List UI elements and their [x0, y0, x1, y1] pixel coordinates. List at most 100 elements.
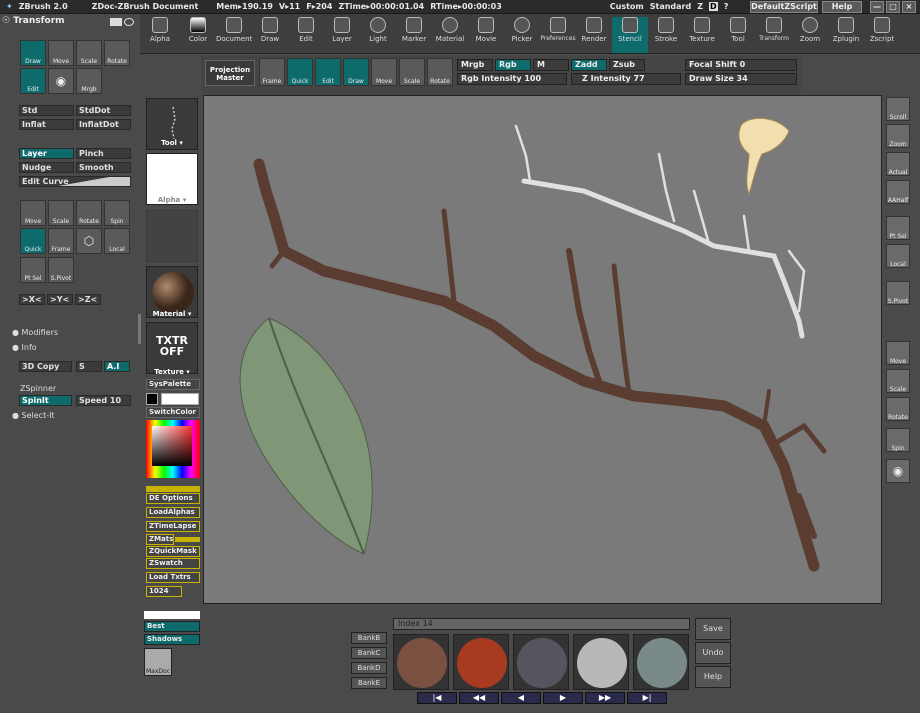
- material-slot-3[interactable]: [513, 634, 569, 690]
- spivot-button[interactable]: S.Pivot: [886, 281, 910, 305]
- rotate-button[interactable]: Rotate: [886, 397, 910, 421]
- panel-resize-handle[interactable]: [138, 314, 141, 344]
- palette-menu-icon[interactable]: [110, 18, 122, 26]
- move-button[interactable]: Move: [886, 341, 910, 365]
- texture-thumbnail[interactable]: TXTR OFF: [146, 322, 198, 374]
- menu-render[interactable]: Render: [576, 17, 612, 53]
- info-section[interactable]: ● Info: [12, 343, 37, 352]
- aahalf-button[interactable]: AAHalf: [886, 180, 910, 204]
- menu-layer[interactable]: Layer: [324, 17, 360, 53]
- bank-d-button[interactable]: BankD: [351, 662, 387, 674]
- m-toggle[interactable]: M: [533, 59, 569, 71]
- syspalette-button[interactable]: SysPalette: [146, 379, 200, 390]
- de-options-button[interactable]: DE Options: [146, 493, 200, 504]
- menu-document[interactable]: Document: [216, 17, 252, 53]
- camera-icon[interactable]: ◉: [886, 459, 910, 483]
- brush-pinch[interactable]: Pinch: [76, 148, 131, 159]
- rotate-button[interactable]: Rotate: [104, 40, 130, 66]
- rewind-icon[interactable]: ◀◀: [459, 692, 499, 704]
- palette-dock-icon[interactable]: [124, 18, 134, 26]
- zoom-button[interactable]: Zoom: [886, 124, 910, 148]
- menu-picker[interactable]: Picker: [504, 17, 540, 53]
- first-frame-icon[interactable]: |◀: [417, 692, 457, 704]
- local-button[interactable]: Local: [886, 244, 910, 268]
- scale-button[interactable]: Scale: [886, 369, 910, 393]
- actual-button[interactable]: Actual: [886, 152, 910, 176]
- modifiers-section[interactable]: ● Modifiers: [12, 328, 58, 337]
- edit-button[interactable]: Edit: [20, 68, 46, 94]
- brush-nudge[interactable]: Nudge: [19, 162, 74, 173]
- spinit-button[interactable]: SpinIt: [19, 395, 72, 406]
- help-button[interactable]: Help: [695, 666, 731, 688]
- ztimelapse-button[interactable]: ZTimeLapse: [146, 521, 200, 532]
- menu-alpha[interactable]: Alpha: [142, 17, 178, 53]
- z-intensity-slider[interactable]: Z Intensity 77: [571, 73, 681, 85]
- ptsel-button[interactable]: Pt Sel: [886, 216, 910, 240]
- quick-button[interactable]: Quick: [287, 58, 313, 86]
- axis-x[interactable]: >X<: [19, 294, 45, 305]
- switchcolor-button[interactable]: SwitchColor: [146, 407, 200, 418]
- step-back-icon[interactable]: ◀: [501, 692, 541, 704]
- axis-y[interactable]: >Y<: [47, 294, 73, 305]
- secondary-color-swatch[interactable]: [146, 393, 158, 405]
- edit-button[interactable]: Edit: [315, 58, 341, 86]
- menu-movie[interactable]: Movie: [468, 17, 504, 53]
- custom-menu[interactable]: Custom: [610, 2, 644, 11]
- play-icon[interactable]: ▶: [543, 692, 583, 704]
- z-menu[interactable]: Z: [697, 2, 703, 11]
- fast-forward-icon[interactable]: ▶▶: [585, 692, 625, 704]
- save-button[interactable]: Save: [695, 618, 731, 640]
- minimize-icon[interactable]: —: [870, 1, 884, 13]
- mrgb-toggle[interactable]: Mrgb: [457, 59, 493, 71]
- color-sv-square[interactable]: [152, 426, 192, 466]
- zswatch-button[interactable]: ZSwatch: [146, 558, 200, 569]
- material-slot-4[interactable]: [573, 634, 629, 690]
- help-question[interactable]: ?: [724, 2, 729, 11]
- menu-stencil[interactable]: Stencil: [612, 17, 648, 53]
- menu-zplugin[interactable]: Zplugin: [828, 17, 864, 53]
- color-picker[interactable]: [146, 420, 200, 478]
- projection-master-button[interactable]: Projection Master: [205, 60, 255, 86]
- stencil-thumbnail[interactable]: [146, 210, 198, 262]
- focal-shift-slider[interactable]: Focal Shift 0: [685, 59, 797, 71]
- bank-e-button[interactable]: BankE: [351, 677, 387, 689]
- spivot-button[interactable]: S.Pivot: [48, 257, 74, 283]
- rgb-toggle[interactable]: Rgb: [495, 59, 531, 71]
- cube-icon[interactable]: ⬡: [76, 228, 102, 254]
- deform-move[interactable]: Move: [20, 200, 46, 226]
- scale-button[interactable]: Scale: [76, 40, 102, 66]
- spin-button[interactable]: Spin: [886, 428, 910, 452]
- d-menu[interactable]: D: [709, 2, 718, 11]
- menu-material[interactable]: Material: [432, 17, 468, 53]
- draw-button[interactable]: Draw: [343, 58, 369, 86]
- best-button[interactable]: Best: [144, 621, 200, 632]
- primary-color-swatch[interactable]: [161, 393, 199, 405]
- selectit-section[interactable]: ● Select-It: [12, 411, 55, 420]
- speed-slider[interactable]: Speed 10: [76, 395, 131, 406]
- s-button[interactable]: S: [76, 361, 102, 372]
- scroll-button[interactable]: Scroll: [886, 97, 910, 121]
- menu-edit[interactable]: Edit: [288, 17, 324, 53]
- material-slot-5[interactable]: [633, 634, 689, 690]
- close-icon[interactable]: ×: [902, 1, 916, 13]
- menu-texture[interactable]: Texture: [684, 17, 720, 53]
- loadtxtrs-button[interactable]: Load Txtrs: [146, 572, 200, 583]
- move-button[interactable]: Move: [48, 40, 74, 66]
- standard-menu[interactable]: Standard: [650, 2, 691, 11]
- shadows-button[interactable]: Shadows: [144, 634, 200, 645]
- material-slot-2[interactable]: [453, 634, 509, 690]
- menu-light[interactable]: Light: [360, 17, 396, 53]
- draw-button[interactable]: Draw: [20, 40, 46, 66]
- maxdoc-button[interactable]: MaxDoc: [144, 648, 172, 676]
- zmats-button[interactable]: ZMats: [146, 534, 174, 545]
- brush-layer[interactable]: Layer: [19, 148, 74, 159]
- menu-marker[interactable]: Marker: [396, 17, 432, 53]
- zquickmask-button[interactable]: ZQuickMask: [146, 546, 200, 557]
- deform-rotate[interactable]: Rotate: [76, 200, 102, 226]
- size-1024-button[interactable]: 1024: [146, 586, 182, 597]
- frame-button[interactable]: Frame: [259, 58, 285, 86]
- ptsel-button[interactable]: Pt Sel: [20, 257, 46, 283]
- local-button[interactable]: Local: [104, 228, 130, 254]
- copy3d-button[interactable]: 3D Copy: [19, 361, 72, 372]
- brush-inflat[interactable]: Inflat: [19, 119, 74, 130]
